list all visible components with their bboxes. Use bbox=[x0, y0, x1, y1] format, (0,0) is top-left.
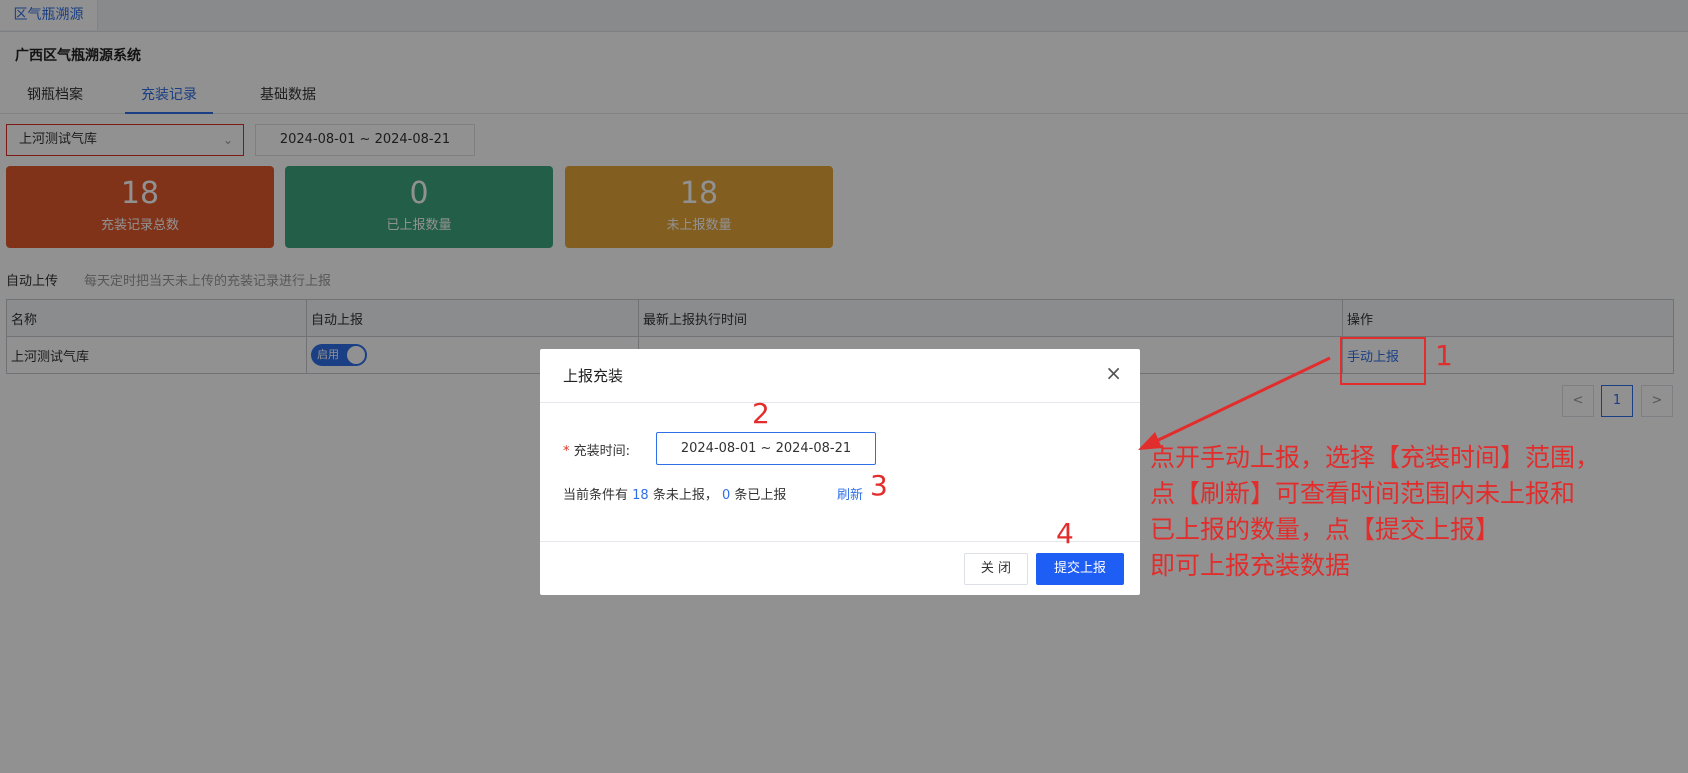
filling-time-label-text: 充装时间: bbox=[573, 444, 631, 459]
submit-report-button[interactable]: 提交上报 bbox=[1036, 553, 1124, 585]
refresh-link[interactable]: 刷新 bbox=[837, 484, 863, 503]
close-icon[interactable]: × bbox=[1105, 361, 1122, 385]
step-marker-1: 1 bbox=[1435, 339, 1453, 372]
summary-prefix: 当前条件有 bbox=[563, 488, 629, 503]
note-line: 即可上报充装数据 bbox=[1150, 551, 1351, 580]
report-summary: 当前条件有 18 条未上报， 0 条已上报 bbox=[563, 484, 786, 503]
step-marker-3: 3 bbox=[870, 469, 888, 502]
report-filling-dialog: 上报充装 × * 充装时间: 2024-08-01 ~ 2024-08-21 当… bbox=[540, 349, 1140, 595]
step-marker-4: 4 bbox=[1056, 517, 1074, 550]
reported-count: 0 bbox=[722, 488, 731, 503]
highlight-box bbox=[1340, 337, 1426, 385]
note-line: 点【刷新】可查看时间范围内未上报和 bbox=[1150, 479, 1576, 508]
summary-suffix: 条已上报 bbox=[734, 488, 787, 503]
filling-time-label: * 充装时间: bbox=[563, 440, 630, 459]
required-mark: * bbox=[563, 444, 570, 459]
dialog-divider bbox=[540, 402, 1140, 403]
unreported-count: 18 bbox=[632, 488, 649, 503]
step-marker-2: 2 bbox=[752, 397, 770, 430]
close-button[interactable]: 关 闭 bbox=[964, 553, 1028, 585]
filling-time-range-input[interactable]: 2024-08-01 ~ 2024-08-21 bbox=[656, 432, 876, 465]
instruction-note: 点开手动上报，选择【充装时间】范围， 点【刷新】可查看时间范围内未上报和 已上报… bbox=[1150, 440, 1680, 584]
dialog-title: 上报充装 bbox=[563, 367, 624, 385]
note-line: 已上报的数量，点【提交上报】 bbox=[1150, 515, 1501, 544]
summary-mid: 条未上报， bbox=[652, 488, 718, 503]
note-line: 点开手动上报，选择【充装时间】范围， bbox=[1150, 443, 1601, 472]
dialog-footer-divider bbox=[540, 541, 1140, 542]
